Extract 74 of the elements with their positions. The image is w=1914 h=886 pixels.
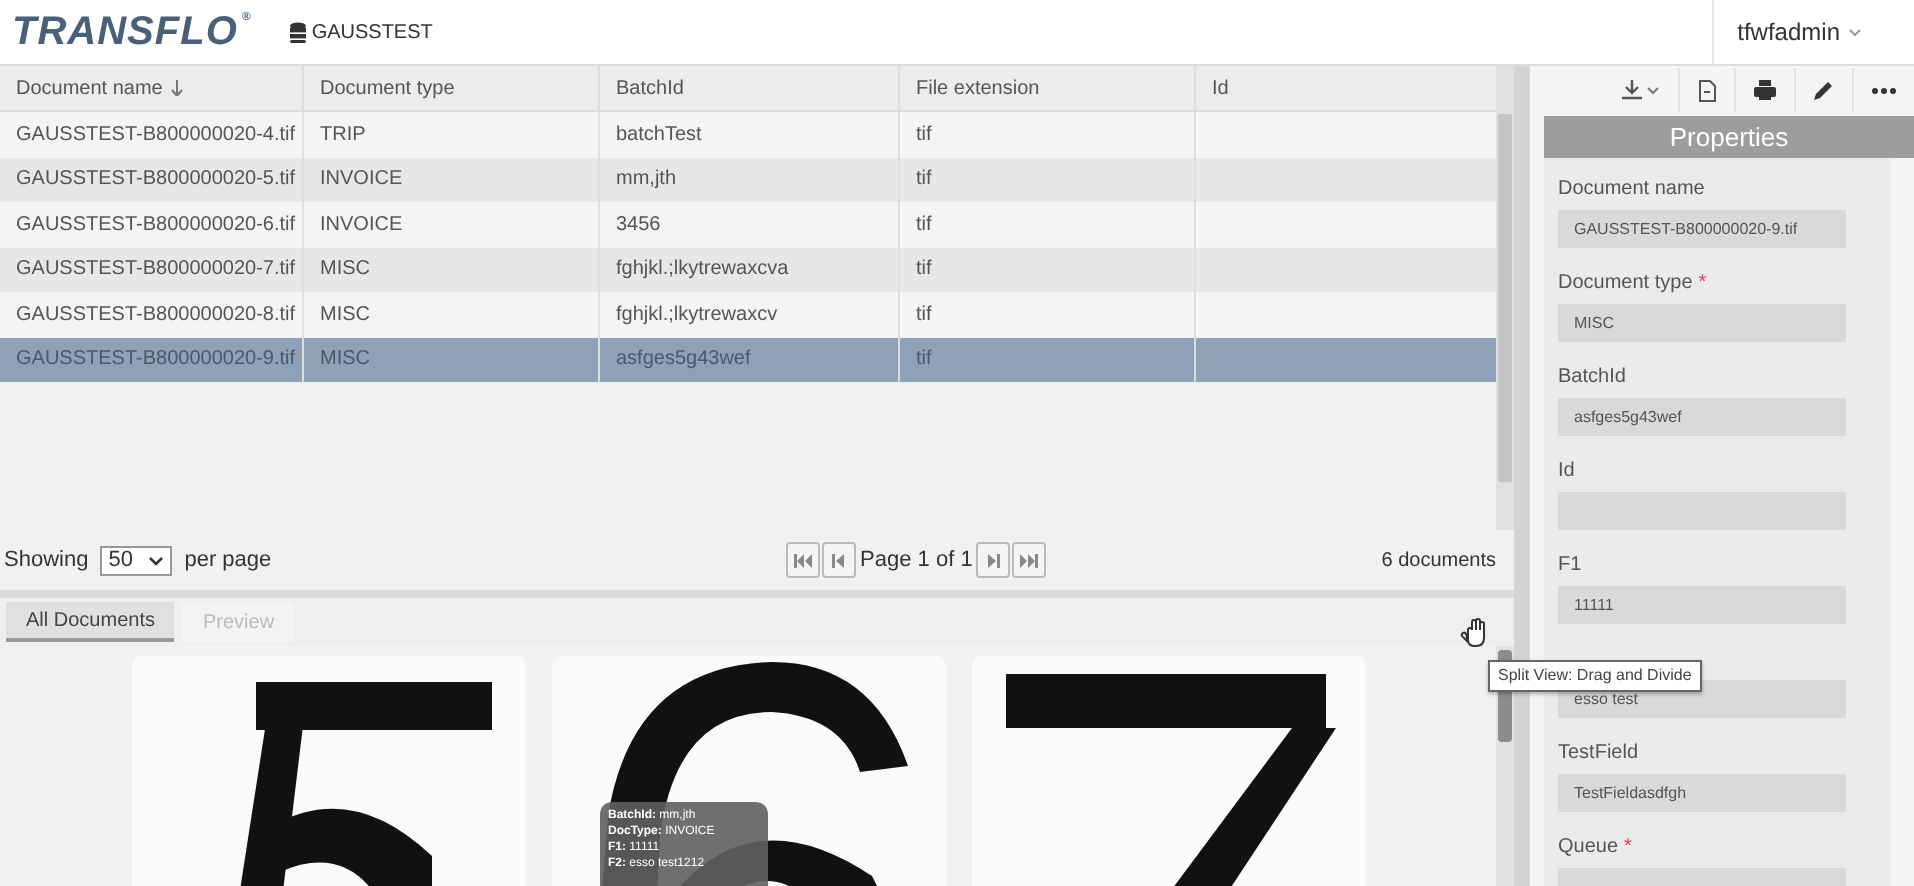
table-cell: GAUSSTEST-B800000020-7.tif — [16, 258, 296, 281]
database-icon — [289, 21, 306, 43]
input-field[interactable]: TestFieldasdfgh — [1558, 774, 1846, 812]
scrollbar[interactable] — [1496, 66, 1514, 530]
last-page-button[interactable] — [1012, 542, 1047, 578]
column-header[interactable]: Document type — [320, 77, 455, 99]
column-header[interactable]: Id — [1212, 77, 1229, 99]
previous-page-icon — [830, 553, 849, 567]
table-cell: tif — [916, 168, 932, 191]
field-label: Queue — [1558, 836, 1619, 858]
table-cell: tif — [916, 303, 932, 326]
table-cell: tif — [916, 213, 932, 236]
table-row[interactable]: GAUSSTEST-B800000020-7.tif MISC fghjkl.;lkytrewaxcva tif — [0, 247, 1496, 292]
field-label: F1 — [1558, 554, 1582, 576]
table-cell: TRIP — [320, 123, 366, 146]
field-label: Document name — [1558, 178, 1705, 200]
column-header[interactable]: BatchId — [616, 77, 684, 99]
page-indicator: Page 1 of 1 — [858, 548, 975, 572]
field-label: BatchId — [1558, 366, 1626, 388]
input-field[interactable]: asfges5g43wef — [1558, 398, 1846, 436]
table-cell: batchTest — [616, 123, 702, 146]
document-count: 6 documents — [1381, 549, 1496, 571]
table-cell: GAUSSTEST-B800000020-4.tif — [16, 123, 296, 146]
table-cell: fghjkl.;lkytrewaxcva — [616, 258, 789, 281]
chevron-down-icon — [148, 555, 165, 565]
table-cell: mm,jth — [616, 168, 676, 191]
tab[interactable]: All Documents — [6, 602, 175, 642]
table-cell: GAUSSTEST-B800000020-6.tif — [16, 213, 296, 236]
more-icon — [1872, 87, 1896, 93]
table-cell: MISC — [320, 258, 370, 281]
per-page-label: per page — [184, 548, 272, 572]
previous-page-button[interactable] — [822, 542, 857, 578]
field-label: Id — [1558, 460, 1575, 482]
table-cell: INVOICE — [320, 168, 403, 191]
table-cell: fghjkl.;lkytrewaxcv — [616, 303, 778, 326]
input-field[interactable]: MISC — [1558, 304, 1846, 342]
table-cell: tif — [916, 258, 932, 281]
table-cell: asfges5g43wef — [616, 348, 751, 371]
table-cell: tif — [916, 348, 932, 371]
column-header[interactable]: Document name — [16, 77, 163, 99]
properties-title: Properties — [1544, 116, 1914, 158]
field-label: TestField — [1558, 742, 1639, 764]
print-icon — [1754, 80, 1776, 100]
drag-handle-icon[interactable] — [1460, 618, 1488, 648]
download-icon — [1622, 80, 1642, 100]
required-mark: * — [1624, 836, 1632, 858]
caret-icon — [1848, 27, 1862, 37]
logo: TRANSFLO$^{®}$ — [12, 8, 254, 58]
next-page-icon — [984, 553, 1003, 567]
showing-label: Showing — [4, 548, 89, 572]
required-mark: * — [1698, 272, 1707, 294]
table-cell: GAUSSTEST-B800000020-5.tif — [16, 168, 296, 191]
field-label: Document type — [1558, 272, 1693, 294]
table-cell: MISC — [320, 303, 370, 326]
table-cell: INVOICE — [320, 213, 403, 236]
table-cell: tif — [916, 123, 932, 146]
database-name: GAUSSTEST — [311, 21, 433, 43]
caret-icon — [1646, 85, 1660, 95]
last-page-icon — [1020, 553, 1039, 567]
page-size-select[interactable]: 50 — [100, 545, 173, 575]
input-field[interactable]: GAUSSTEST-B800000020-9.tif — [1558, 210, 1846, 248]
table-row[interactable]: GAUSSTEST-B800000020-5.tif INVOICE mm,jth tif — [0, 157, 1496, 202]
first-page-icon — [794, 553, 813, 567]
table-cell: 3456 — [616, 213, 661, 236]
column-header[interactable]: File extension — [916, 77, 1040, 99]
pencil-icon — [1814, 80, 1834, 100]
table-cell: GAUSSTEST-B800000020-9.tif — [16, 348, 296, 371]
input-field[interactable]: 11111 — [1558, 586, 1846, 624]
table-cell: MISC — [320, 348, 370, 371]
table-cell: GAUSSTEST-B800000020-8.tif — [16, 303, 296, 326]
first-page-button[interactable] — [786, 542, 821, 578]
document-icon — [1698, 79, 1716, 101]
tooltip: Split View: Drag and Divide — [1488, 660, 1702, 692]
next-page-button[interactable] — [976, 542, 1011, 578]
